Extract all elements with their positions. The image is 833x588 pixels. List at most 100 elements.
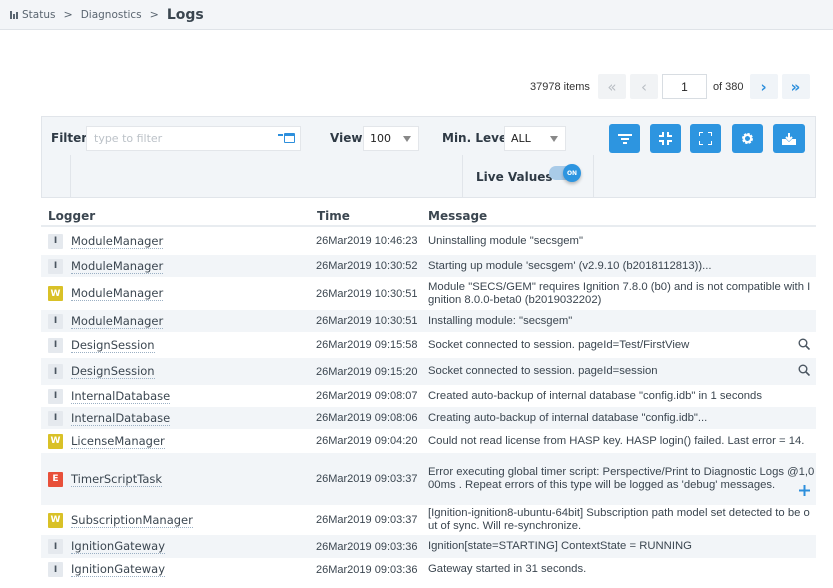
- min-level-value: ALL: [511, 132, 531, 145]
- level-badge: I: [48, 364, 63, 379]
- table-row[interactable]: I ModuleManager 26Mar2019 10:30:52 Starting…: [41, 255, 816, 277]
- table-row[interactable]: W ModuleManager 26Mar2019 10:30:51 Module "…: [41, 277, 816, 310]
- caret-down-icon: [550, 136, 558, 142]
- table-row[interactable]: E TimerScriptTask 26Mar2019 09:03:37 Error …: [41, 453, 816, 505]
- logger-link[interactable]: ModuleManager: [71, 314, 164, 329]
- page-total: of 380: [712, 80, 744, 93]
- page-input[interactable]: [661, 74, 707, 99]
- logger-link[interactable]: ModuleManager: [71, 234, 164, 249]
- log-message: Creating auto-backup of internal databas…: [428, 411, 708, 424]
- logger-link[interactable]: InternalDatabase: [71, 411, 171, 426]
- log-message: Uninstalling module "secsgem": [428, 234, 583, 247]
- pagination: 37978 items « ‹ of 380 › »: [530, 73, 814, 100]
- log-time: 26Mar2019 10:30:52: [316, 260, 418, 272]
- table-header: Logger Time Message: [41, 203, 816, 227]
- column-time[interactable]: Time: [317, 209, 350, 223]
- bar-chart-icon: [10, 10, 18, 19]
- log-time: 26Mar2019 09:03:37: [316, 514, 418, 526]
- plus-icon[interactable]: [799, 485, 810, 499]
- log-time: 26Mar2019 09:15:58: [316, 339, 418, 351]
- log-time: 26Mar2019 10:30:51: [316, 315, 418, 327]
- level-badge: E: [48, 471, 63, 487]
- search-icon[interactable]: [798, 364, 811, 379]
- filter-icon: [617, 133, 632, 144]
- log-table: Logger Time Message I ModuleManager 26Mar2…: [41, 203, 816, 581]
- logger-link[interactable]: TimerScriptTask: [71, 472, 163, 487]
- breadcrumb-status[interactable]: Status: [22, 9, 55, 21]
- view-select[interactable]: 100: [363, 126, 419, 151]
- gear-icon: [742, 133, 753, 144]
- prev-page-button[interactable]: ‹: [629, 74, 658, 99]
- logger-link[interactable]: LicenseManager: [71, 434, 165, 449]
- table-body: I ModuleManager 26Mar2019 10:46:23 Uninstal…: [41, 227, 816, 581]
- log-message: Gateway started in 31 seconds.: [428, 563, 587, 575]
- divider: [70, 155, 71, 197]
- log-message: Installing module: "secsgem": [428, 314, 573, 327]
- column-logger[interactable]: Logger: [48, 209, 95, 223]
- log-time: 26Mar2019 09:03:36: [316, 563, 418, 576]
- logger-link[interactable]: SubscriptionManager: [71, 513, 193, 528]
- calendar-icon[interactable]: [284, 133, 295, 143]
- expand-button[interactable]: [690, 124, 721, 153]
- min-level-select[interactable]: ALL: [504, 126, 566, 151]
- log-time: 26Mar2019 09:08:07: [316, 390, 418, 402]
- breadcrumb-diagnostics[interactable]: Diagnostics: [81, 9, 142, 21]
- caret-down-icon: [403, 136, 411, 142]
- log-time: 26Mar2019 09:03:36: [316, 540, 418, 553]
- filter-input[interactable]: type to filter: [86, 126, 301, 151]
- table-row[interactable]: I InternalDatabase 26Mar2019 09:08:07 Creat…: [41, 385, 816, 407]
- logger-link[interactable]: InternalDatabase: [71, 389, 171, 404]
- level-badge: I: [48, 539, 63, 554]
- settings-button[interactable]: [732, 124, 763, 153]
- live-values-toggle[interactable]: ON: [549, 164, 581, 182]
- last-page-button[interactable]: »: [781, 74, 810, 99]
- logger-link[interactable]: IgnitionGateway: [71, 562, 166, 577]
- logger-link[interactable]: ModuleManager: [71, 259, 164, 274]
- item-count: 37978 items: [530, 80, 590, 93]
- table-row[interactable]: I DesignSession 26Mar2019 09:15:20 Socket c…: [41, 358, 816, 385]
- filter-placeholder: type to filter: [94, 132, 163, 145]
- log-message: Created auto-backup of internal database…: [428, 389, 762, 402]
- chevron-right-icon: >: [63, 8, 73, 21]
- log-time: 26Mar2019 09:15:20: [316, 365, 418, 378]
- table-row[interactable]: W LicenseManager 26Mar2019 09:04:20 Could n…: [41, 429, 816, 453]
- log-time: 26Mar2019 09:03:37: [316, 473, 418, 485]
- first-page-button[interactable]: «: [597, 74, 626, 99]
- log-message: Starting up module 'secsgem' (v2.9.10 (b…: [428, 259, 712, 272]
- collapse-button[interactable]: [650, 124, 681, 153]
- log-message: Socket connected to session. pageId=Test…: [428, 338, 690, 351]
- logger-link[interactable]: DesignSession: [71, 364, 155, 379]
- filter-label: Filter: [51, 131, 88, 145]
- table-row[interactable]: I IgnitionGateway 26Mar2019 09:03:36 Gatewa…: [41, 558, 816, 581]
- logger-link[interactable]: ModuleManager: [71, 286, 164, 301]
- level-badge: I: [48, 233, 63, 249]
- table-row[interactable]: W SubscriptionManager 26Mar2019 09:03:37 [I…: [41, 505, 816, 535]
- view-value: 100: [370, 132, 391, 145]
- divider: [462, 155, 463, 197]
- table-row[interactable]: I ModuleManager 26Mar2019 10:30:51 Installi…: [41, 310, 816, 332]
- table-row[interactable]: I IgnitionGateway 26Mar2019 09:03:36 Igniti…: [41, 535, 816, 558]
- logger-link[interactable]: IgnitionGateway: [71, 539, 166, 554]
- level-badge: W: [48, 512, 63, 528]
- level-badge: I: [48, 410, 63, 426]
- log-message: [Ignition-ignition8-ubuntu-64bit] Subscr…: [428, 507, 810, 532]
- expand-icon: [699, 132, 712, 145]
- search-icon[interactable]: [798, 338, 811, 353]
- column-message[interactable]: Message: [428, 209, 487, 223]
- log-time: 26Mar2019 10:30:51: [316, 287, 418, 300]
- level-badge: I: [48, 313, 63, 329]
- next-page-button[interactable]: ›: [749, 74, 778, 99]
- level-badge: I: [48, 388, 63, 404]
- log-message: Ignition[state=STARTING] ContextState = …: [428, 540, 692, 552]
- level-badge: I: [48, 562, 63, 577]
- table-row[interactable]: I InternalDatabase 26Mar2019 09:08:06 Creat…: [41, 407, 816, 429]
- calendar-dash: [278, 134, 283, 136]
- table-row[interactable]: I ModuleManager 26Mar2019 10:46:23 Uninstal…: [41, 227, 816, 255]
- logger-link[interactable]: DesignSession: [71, 338, 155, 353]
- download-button[interactable]: [773, 124, 805, 153]
- level-badge: I: [48, 258, 63, 274]
- view-label: View: [330, 131, 363, 145]
- log-message: Module "SECS/GEM" requires Ignition 7.8.…: [428, 280, 811, 306]
- table-row[interactable]: I DesignSession 26Mar2019 09:15:58 Socket c…: [41, 332, 816, 358]
- filter-button[interactable]: [609, 124, 640, 153]
